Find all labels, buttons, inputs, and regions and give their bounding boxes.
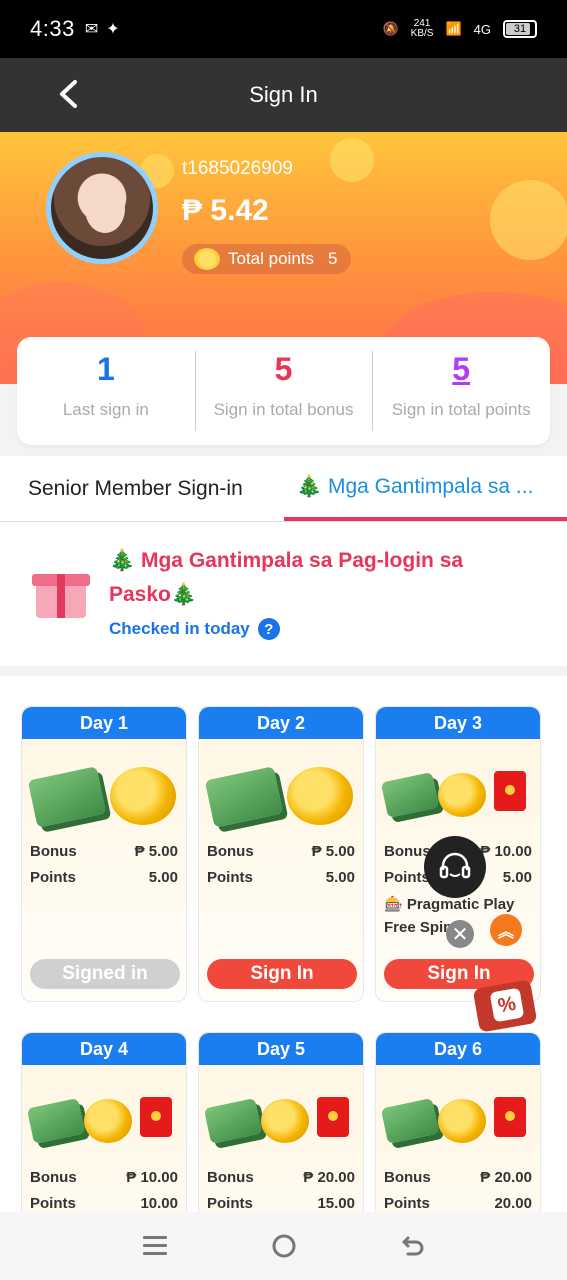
customer-service-button[interactable] xyxy=(424,836,486,898)
points-label: Points xyxy=(207,1195,253,1212)
system-nav-bar xyxy=(0,1212,567,1280)
app-notification-icon: ✦ xyxy=(106,21,120,38)
day-card-6: Day 6 Bonus ₱ 20.00 Points 20.00 xyxy=(375,1032,541,1212)
gift-icon xyxy=(30,566,94,620)
bonus-label: Bonus xyxy=(207,843,254,860)
points-value: 5.00 xyxy=(148,869,178,886)
bonus-value: ₱ 20.00 xyxy=(480,1169,532,1186)
bonus-label: Bonus xyxy=(30,1169,77,1186)
network-speed: 241 KB/S xyxy=(410,18,434,39)
free-spins-provider: 🎰 Pragmatic Play xyxy=(384,896,515,913)
day-card-title: Day 5 xyxy=(199,1033,363,1065)
tab-senior-member[interactable]: Senior Member Sign-in xyxy=(0,456,284,521)
balance: ₱ 5.42 xyxy=(182,194,269,227)
cash-and-coins-icon xyxy=(27,759,182,833)
bonus-label: Bonus xyxy=(384,1169,431,1186)
day-card-title: Day 2 xyxy=(199,707,363,739)
coins-icon xyxy=(194,248,220,270)
close-float-button[interactable]: ✕ xyxy=(446,920,474,948)
signin-stats-card: 1 Last sign in 5 Sign in total bonus 5 S… xyxy=(17,337,550,445)
signin-tabs: Senior Member Sign-in 🎄 Mga Gantimpala s… xyxy=(0,456,567,522)
points-value: 5.00 xyxy=(325,869,355,886)
day-card-title: Day 1 xyxy=(22,707,186,739)
stat-total-bonus: 5 Sign in total bonus xyxy=(194,337,373,445)
total-points-value: 5 xyxy=(328,249,338,268)
day-card-4: Day 4 Bonus ₱ 10.00 Points 10.00 xyxy=(21,1032,187,1212)
help-icon[interactable]: ? xyxy=(257,618,280,640)
mute-icon: 🔕 xyxy=(382,21,399,36)
points-value: 15.00 xyxy=(317,1195,355,1212)
day-card-5: Day 5 Bonus ₱ 20.00 Points 15.00 xyxy=(198,1032,364,1212)
bonus-value: ₱ 10.00 xyxy=(126,1169,178,1186)
points-label: Points xyxy=(30,1195,76,1212)
percent-icon: % xyxy=(489,987,525,1023)
username: t1685026909 xyxy=(182,158,293,179)
home-button[interactable] xyxy=(264,1226,304,1266)
bonus-value: ₱ 5.00 xyxy=(311,843,355,860)
status-bar: 4:33 ✉ ✦ 🔕 241 KB/S 📶 4G 31 xyxy=(0,0,567,58)
stat-value: 5 xyxy=(274,351,293,387)
home-circle-icon xyxy=(272,1234,295,1258)
promo-title: 🎄 Mga Gantimpala sa Pag-login sa Pasko🎄 xyxy=(109,549,464,606)
stat-label: Last sign in xyxy=(62,400,149,419)
stat-label: Sign in total bonus xyxy=(213,400,354,419)
points-value: 5.00 xyxy=(502,869,532,886)
network-type: 4G xyxy=(473,21,491,37)
stat-total-points: 5 Sign in total points xyxy=(372,337,550,445)
day-card-1: Day 1 Bonus ₱ 5.00 Points 5.00 Signed in xyxy=(21,706,187,1002)
day-card-2: Day 2 Bonus ₱ 5.00 Points 5.00 Sign In xyxy=(198,706,364,1002)
bonus-label: Bonus xyxy=(207,1169,254,1186)
messenger-icon: ✉ xyxy=(84,21,99,38)
points-label: Points xyxy=(384,869,430,886)
avatar[interactable] xyxy=(46,152,158,264)
bonus-label: Bonus xyxy=(30,843,77,860)
signed-in-button[interactable]: Signed in xyxy=(30,959,180,989)
bonus-value: ₱ 20.00 xyxy=(303,1169,355,1186)
day-card-title: Day 3 xyxy=(376,707,540,739)
page-title: Sign In xyxy=(249,82,318,107)
chevron-left-icon xyxy=(60,80,77,108)
cash-coins-red-envelope-icon xyxy=(26,1085,182,1159)
cash-coins-red-envelope-icon xyxy=(380,759,536,833)
wifi-icon: 📶 xyxy=(445,21,462,36)
points-value: 10.00 xyxy=(140,1195,178,1212)
cash-and-coins-icon xyxy=(204,759,359,833)
recent-apps-button[interactable] xyxy=(135,1226,175,1266)
app-bar: Sign In xyxy=(0,58,567,132)
discount-promo-button[interactable]: % xyxy=(470,972,542,1040)
back-button[interactable] xyxy=(50,76,86,112)
points-value: 20.00 xyxy=(494,1195,532,1212)
sign-in-button[interactable]: Sign In xyxy=(207,959,357,989)
cash-coins-red-envelope-icon xyxy=(203,1085,359,1159)
stat-value: 5 xyxy=(452,351,471,387)
stat-last-sign-in: 1 Last sign in xyxy=(17,337,195,445)
bonus-value: ₱ 10.00 xyxy=(480,843,532,860)
battery-level: 31 xyxy=(513,23,527,35)
points-label: Points xyxy=(384,1195,430,1212)
back-nav-button[interactable] xyxy=(393,1226,433,1266)
scroll-to-top-button[interactable]: ︽ xyxy=(490,914,522,946)
bonus-label: Bonus xyxy=(384,843,431,860)
back-arrow-icon xyxy=(402,1236,423,1256)
points-label: Points xyxy=(30,869,76,886)
battery-icon: 31 xyxy=(503,20,537,38)
menu-lines-icon xyxy=(142,1236,167,1255)
status-time: 4:33 xyxy=(30,16,75,41)
promo-banner: 🎄 Mga Gantimpala sa Pag-login sa Pasko🎄 … xyxy=(0,522,567,666)
stat-value: 1 xyxy=(96,351,115,387)
cash-coins-red-envelope-icon xyxy=(380,1085,536,1159)
total-points-label: Total points xyxy=(228,249,314,268)
stat-label: Sign in total points xyxy=(391,400,531,419)
points-label: Points xyxy=(207,869,253,886)
tab-christmas-rewards[interactable]: 🎄 Mga Gantimpala sa ... xyxy=(284,456,567,521)
headset-icon xyxy=(439,852,471,879)
bonus-value: ₱ 5.00 xyxy=(134,843,178,860)
day-cards-grid: Day 1 Bonus ₱ 5.00 Points 5.00 Signed in D… xyxy=(0,676,567,1212)
checked-in-label: Checked in today xyxy=(109,619,250,638)
total-points-pill: Total points 5 xyxy=(182,244,352,274)
day-card-title: Day 4 xyxy=(22,1033,186,1065)
